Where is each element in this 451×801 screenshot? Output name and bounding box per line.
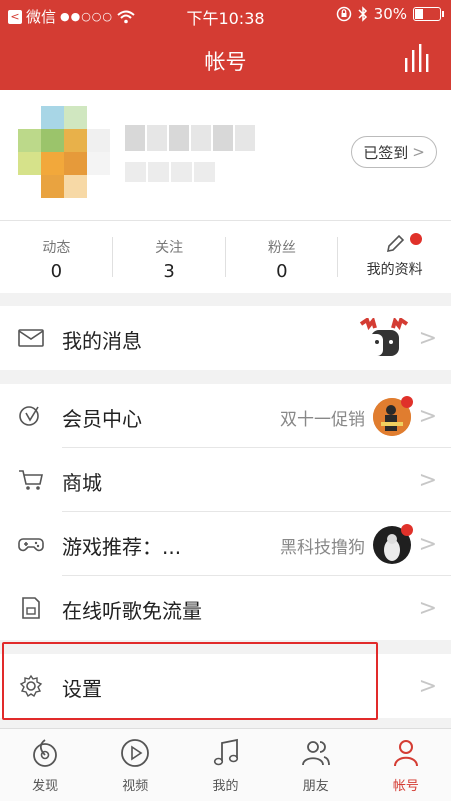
notification-dot bbox=[410, 233, 423, 245]
chevron-right-icon: > bbox=[418, 404, 437, 429]
menu-label: 商城 bbox=[62, 471, 102, 495]
stat-label: 粉丝 bbox=[267, 240, 296, 256]
stat-value: 3 bbox=[163, 261, 175, 282]
tab-discover[interactable]: 发现 bbox=[0, 729, 90, 801]
mail-icon bbox=[18, 329, 44, 347]
username-blurred bbox=[125, 125, 255, 151]
battery-icon bbox=[413, 7, 444, 21]
battery-percent: 30% bbox=[373, 5, 407, 23]
profile-card[interactable]: 已签到 > bbox=[0, 90, 451, 220]
menu-label: 在线听歌免流量 bbox=[62, 599, 202, 623]
tab-label: 视频 bbox=[122, 779, 149, 794]
checkin-label: 已签到 bbox=[363, 143, 409, 162]
chevron-right-icon: > bbox=[418, 468, 437, 493]
menu-label: 会员中心 bbox=[62, 407, 142, 431]
stat-value: 0 bbox=[50, 261, 63, 282]
tab-label: 帐号 bbox=[392, 779, 419, 794]
notification-dot bbox=[401, 396, 413, 408]
shopping-cart-icon bbox=[19, 470, 43, 490]
chevron-right-icon: > bbox=[418, 596, 437, 621]
my-profile-button[interactable]: 我的资料 bbox=[338, 221, 451, 293]
bluetooth-icon bbox=[358, 6, 367, 22]
user-icon bbox=[393, 740, 418, 767]
stat-follows[interactable]: 关注 3 bbox=[113, 221, 226, 293]
chevron-right-icon: > bbox=[418, 326, 437, 351]
menu-row-mall[interactable]: 商城 > bbox=[0, 448, 451, 512]
menu-row-games[interactable]: 游戏推荐：... 黑科技撸狗 > bbox=[0, 512, 451, 576]
chevron-right-icon: > bbox=[418, 674, 437, 699]
tab-label: 我的 bbox=[212, 779, 239, 794]
menu-row-messages[interactable]: 我的消息 > bbox=[0, 306, 451, 370]
equalizer-icon[interactable] bbox=[403, 44, 433, 72]
music-note-icon bbox=[213, 738, 238, 766]
tab-account[interactable]: 帐号 bbox=[361, 729, 451, 801]
menu-label: 我的消息 bbox=[62, 329, 142, 353]
rotation-lock-icon bbox=[336, 6, 351, 22]
user-level-blurred bbox=[125, 162, 215, 182]
video-play-icon bbox=[121, 739, 150, 767]
tab-label: 朋友 bbox=[302, 779, 329, 794]
stat-label: 动态 bbox=[42, 240, 71, 256]
navbar: 帐号 bbox=[0, 30, 451, 90]
stat-value: 0 bbox=[276, 261, 288, 282]
menu-row-free-data[interactable]: 在线听歌免流量 > bbox=[0, 576, 451, 640]
stats-bar: 动态 0 关注 3 粉丝 0 我的资料 bbox=[0, 220, 451, 293]
stat-fans[interactable]: 粉丝 0 bbox=[226, 221, 339, 293]
stat-label: 我的资料 bbox=[366, 262, 423, 278]
moose-mascot-icon bbox=[359, 318, 409, 356]
vip-icon bbox=[19, 406, 39, 426]
tab-label: 发现 bbox=[32, 779, 59, 794]
settings-highlight-box bbox=[2, 642, 378, 720]
discover-icon bbox=[33, 739, 57, 767]
stat-events[interactable]: 动态 0 bbox=[0, 221, 113, 293]
stat-label: 关注 bbox=[155, 240, 184, 256]
status-bar: < 微信 ●●○○○ 下午10:38 30% bbox=[0, 0, 451, 30]
menu-sub-label: 黑科技撸狗 bbox=[280, 538, 365, 558]
tab-bar: 发现 视频 我的 朋友 帐号 bbox=[0, 728, 451, 801]
gamepad-icon bbox=[18, 538, 44, 552]
page-title: 帐号 bbox=[204, 50, 247, 74]
notification-dot bbox=[401, 524, 413, 536]
chevron-right-icon: > bbox=[418, 532, 437, 557]
menu-row-vip[interactable]: 会员中心 双十一促销 > bbox=[0, 384, 451, 448]
tab-mine[interactable]: 我的 bbox=[180, 729, 270, 801]
tab-video[interactable]: 视频 bbox=[90, 729, 180, 801]
menu-sub-label: 双十一促销 bbox=[280, 410, 365, 430]
chevron-right-icon: > bbox=[412, 143, 425, 161]
edit-pencil-icon bbox=[386, 234, 404, 253]
avatar[interactable] bbox=[18, 106, 110, 198]
sim-card-icon bbox=[22, 597, 40, 619]
tab-friends[interactable]: 朋友 bbox=[271, 729, 361, 801]
menu-label: 游戏推荐：... bbox=[62, 535, 182, 559]
checkin-button[interactable]: 已签到 > bbox=[351, 136, 437, 168]
friends-icon bbox=[301, 741, 330, 766]
